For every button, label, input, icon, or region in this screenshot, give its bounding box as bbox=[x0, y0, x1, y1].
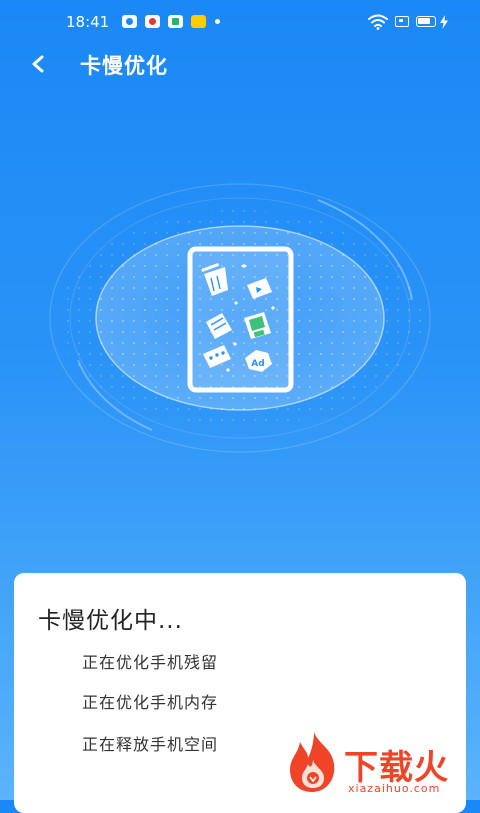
app-notification-icon bbox=[191, 15, 206, 28]
status-time: 18:41 bbox=[66, 13, 110, 31]
svg-text:Ad: Ad bbox=[251, 359, 264, 369]
battery-icon bbox=[416, 16, 436, 27]
wifi-icon bbox=[368, 14, 388, 30]
progress-title: 卡慢优化中... bbox=[38, 608, 183, 634]
page-title: 卡慢优化 bbox=[80, 54, 168, 78]
cast-icon bbox=[395, 16, 409, 27]
task-item: 正在优化手机残留 bbox=[82, 653, 219, 672]
app-notification-icon bbox=[122, 15, 137, 28]
more-dot-icon bbox=[215, 19, 220, 24]
back-chevron-icon[interactable] bbox=[26, 50, 52, 78]
app-notification-icon bbox=[168, 15, 183, 28]
charging-icon bbox=[440, 15, 448, 29]
status-bar: 18:41 bbox=[0, 0, 480, 44]
task-item: 正在优化手机内存 bbox=[82, 693, 219, 712]
task-item: 正在释放手机空间 bbox=[82, 735, 219, 754]
flame-logo-icon bbox=[290, 732, 335, 792]
scan-illustration: Ad bbox=[49, 183, 431, 453]
watermark-site: xiazaihuo.com bbox=[348, 782, 441, 795]
watermark: 下载火 xiazaihuo.com bbox=[278, 730, 478, 800]
app-notification-icon bbox=[145, 15, 160, 28]
header: 卡慢优化 bbox=[0, 44, 480, 84]
